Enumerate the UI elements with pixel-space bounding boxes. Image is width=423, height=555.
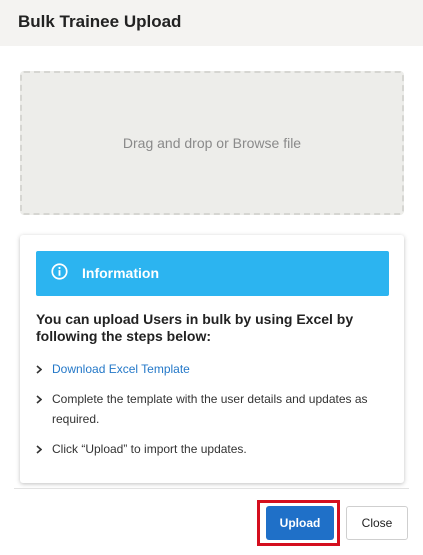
upload-button[interactable]: Upload [266,506,334,540]
step-complete-template: Complete the template with the user deta… [36,389,376,429]
step-text: Click “Upload” to import the updates. [52,442,247,456]
file-dropzone[interactable]: Drag and drop or Browse file [20,71,404,215]
chevron-right-icon [36,365,42,374]
step-click-upload: Click “Upload” to import the updates. [36,439,376,459]
instructions-intro: You can upload Users in bulk by using Ex… [36,311,354,344]
chevron-right-icon [36,445,42,454]
chevron-right-icon [36,395,42,404]
information-title: Information [82,265,159,281]
close-button[interactable]: Close [346,506,408,540]
step-text: Complete the template with the user deta… [52,392,368,426]
information-card: Information You can upload Users in bulk… [20,235,404,483]
information-banner: Information [36,251,389,296]
step-download-template[interactable]: Download Excel Template [36,359,376,379]
footer-divider [14,488,409,489]
download-template-link[interactable]: Download Excel Template [36,359,376,379]
dialog-title: Bulk Trainee Upload [18,12,182,31]
dialog-header: Bulk Trainee Upload [0,0,423,46]
info-icon [51,263,68,280]
dropzone-label[interactable]: Drag and drop or Browse file [123,135,301,151]
